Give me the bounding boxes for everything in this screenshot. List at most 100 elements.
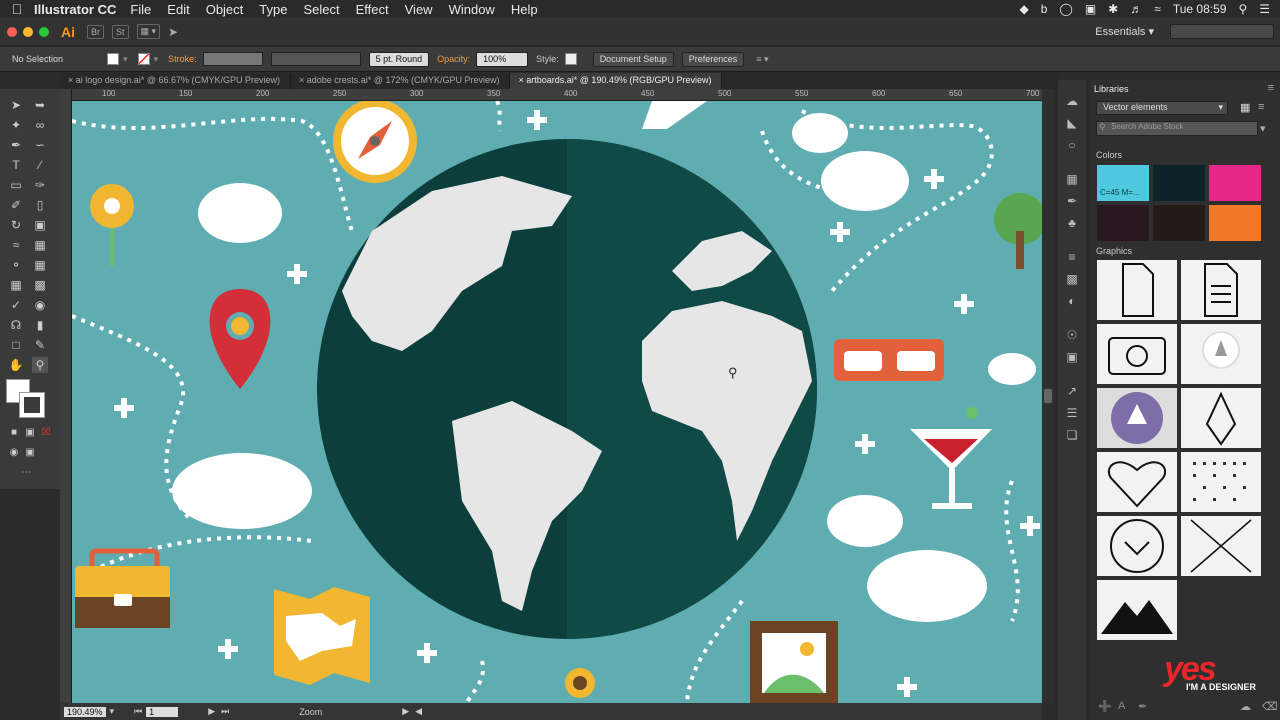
brushes-icon[interactable]: ✒ [1064, 194, 1080, 210]
fill-dropdown-icon[interactable]: ▾ [123, 54, 128, 65]
volume-icon[interactable]: ♬ [1130, 2, 1142, 16]
transparency-icon[interactable]: ◐ [1064, 294, 1080, 310]
menu-file[interactable]: File [130, 2, 151, 17]
search-scope-icon[interactable]: ▾ [1260, 122, 1266, 135]
gpu-performance-icon[interactable]: ➤ [168, 25, 178, 39]
type-tool-icon[interactable]: T [8, 157, 24, 173]
stroke-label[interactable]: Stroke: [168, 54, 197, 64]
symbols-icon[interactable]: ♣ [1064, 216, 1080, 232]
layers-icon[interactable]: ☰ [1064, 406, 1080, 422]
artboards-icon[interactable]: ❏ [1064, 428, 1080, 444]
symbol-sprayer-tool-icon[interactable]: ☊ [8, 317, 24, 333]
zoom-level-field[interactable]: 190.49% [64, 706, 106, 717]
lasso-tool-icon[interactable]: ∞ [32, 117, 48, 133]
stroke-weight-field[interactable] [202, 52, 263, 66]
graphic-pen-circle-icon[interactable] [1097, 388, 1177, 448]
graphic-text-document-icon[interactable] [1181, 260, 1261, 320]
graphic-mountains-icon[interactable] [1097, 580, 1177, 640]
color-swatch[interactable] [1097, 205, 1149, 241]
behance-icon[interactable]: b [1041, 2, 1048, 16]
notifications-icon[interactable]: ☰ [1259, 2, 1270, 16]
zoom-tool-icon[interactable]: ⚲ [32, 357, 48, 373]
spotlight-icon[interactable]: ⚲ [1238, 2, 1247, 16]
menu-effect[interactable]: Effect [356, 2, 389, 17]
graphic-document-icon[interactable] [1097, 260, 1177, 320]
color-swatch[interactable] [1153, 205, 1205, 241]
color-swatch[interactable] [1153, 165, 1205, 201]
shaper-tool-icon[interactable]: ✐ [8, 197, 24, 213]
free-transform-tool-icon[interactable]: ▦ [32, 237, 48, 253]
stroke-color-box[interactable] [19, 392, 45, 418]
fill-swatch[interactable] [107, 53, 120, 65]
stock-button[interactable]: St [112, 24, 129, 39]
perspective-grid-tool-icon[interactable]: ▦ [32, 257, 48, 273]
artboard-tool-icon[interactable]: □ [8, 337, 24, 353]
direct-selection-tool-icon[interactable]: ➥ [32, 97, 48, 113]
swatches-icon[interactable]: ▦ [1064, 172, 1080, 188]
dropbox-icon[interactable]: ◆ [1019, 2, 1028, 16]
creative-cloud-icon[interactable]: ◯ [1059, 2, 1072, 16]
scroll-left-icon[interactable]: ◀ [415, 706, 422, 717]
shape-builder-tool-icon[interactable]: ⚬ [8, 257, 24, 273]
gradient-mode-icon[interactable]: ▣ [22, 425, 38, 441]
graphic-pen-nib-icon[interactable] [1181, 388, 1261, 448]
workspace-switcher[interactable]: Essentials ▾ [1095, 25, 1154, 38]
menu-view[interactable]: View [405, 2, 433, 17]
menu-help[interactable]: Help [511, 2, 538, 17]
zoom-window-button[interactable] [39, 26, 49, 37]
trash-icon[interactable]: ⌫ [1262, 700, 1278, 713]
artboard-canvas[interactable]: ⚲ [72, 101, 1042, 703]
preferences-button[interactable]: Preferences [681, 51, 745, 67]
opacity-label[interactable]: Opacity: [437, 54, 470, 64]
clock[interactable]: Tue 08:59 [1173, 2, 1227, 16]
magic-wand-tool-icon[interactable]: ✦ [8, 117, 24, 133]
selection-tool-icon[interactable]: ➤ [8, 97, 24, 113]
graphic-pen-badge-icon[interactable] [1181, 324, 1261, 384]
panel-title[interactable]: Libraries [1094, 84, 1129, 94]
paintbrush-tool-icon[interactable]: ✑ [32, 177, 48, 193]
menu-select[interactable]: Select [303, 2, 339, 17]
slice-tool-icon[interactable]: ✎ [32, 337, 48, 353]
document-setup-button[interactable]: Document Setup [592, 51, 674, 67]
scroll-thumb[interactable] [1044, 389, 1052, 403]
appearance-icon[interactable]: ☉ [1064, 328, 1080, 344]
graphic-camera-icon[interactable] [1097, 324, 1177, 384]
graphic-chevron-circle-icon[interactable] [1097, 516, 1177, 576]
graphic-glyphs-icon[interactable] [1181, 452, 1261, 512]
mesh-tool-icon[interactable]: ▦ [8, 277, 24, 293]
status-menu-icon[interactable]: ▶ [402, 706, 409, 717]
stroke-dropdown-icon[interactable]: ▾ [154, 54, 159, 65]
artboard-number-field[interactable]: 1 [146, 706, 179, 717]
wifi-icon[interactable]: ≈ [1154, 2, 1161, 16]
gradient-tool-icon[interactable]: ▩ [32, 277, 48, 293]
rectangle-tool-icon[interactable]: ▭ [8, 177, 24, 193]
display-icon[interactable]: ▣ [1085, 2, 1096, 16]
graphic-styles-icon[interactable]: ▣ [1064, 350, 1080, 366]
app-menu[interactable]: Illustrator CC [34, 2, 116, 17]
blend-tool-icon[interactable]: ◉ [32, 297, 48, 313]
screen-mode-icon[interactable]: ▣ [22, 445, 38, 461]
menu-edit[interactable]: Edit [167, 2, 189, 17]
next-artboard-icon[interactable]: ▶ [208, 706, 215, 717]
help-search-input[interactable] [1170, 24, 1274, 39]
bridge-button[interactable]: Br [87, 24, 104, 39]
cloud-sync-icon[interactable]: ☁ [1240, 700, 1251, 713]
hand-tool-icon[interactable]: ✋ [8, 357, 24, 373]
brush-add-icon[interactable]: ✒ [1138, 700, 1147, 713]
first-artboard-icon[interactable]: ⏮ [134, 706, 142, 717]
variable-width-field[interactable] [270, 52, 361, 66]
stroke-icon[interactable]: ≡ [1064, 250, 1080, 266]
libraries-icon[interactable]: ☁ [1064, 94, 1080, 110]
draw-mode-icon[interactable]: ◉ [6, 445, 22, 461]
library-dropdown[interactable]: Vector elements ▾ [1096, 101, 1228, 115]
close-window-button[interactable] [7, 26, 17, 37]
tab-ai-logo-design[interactable]: × ai logo design.ai* @ 66.67% (CMYK/GPU … [60, 73, 291, 89]
gradient-icon[interactable]: ▩ [1064, 272, 1080, 288]
vertical-scrollbar[interactable] [1042, 89, 1054, 703]
navigator-icon[interactable]: ○ [1064, 138, 1080, 154]
export-icon[interactable]: ↗ [1064, 384, 1080, 400]
bluetooth-icon[interactable]: ✱ [1108, 2, 1118, 16]
opacity-field[interactable]: 100% [476, 51, 529, 67]
color-swatch[interactable] [1209, 165, 1261, 201]
panel-menu-icon[interactable]: ≡ [1268, 82, 1274, 94]
